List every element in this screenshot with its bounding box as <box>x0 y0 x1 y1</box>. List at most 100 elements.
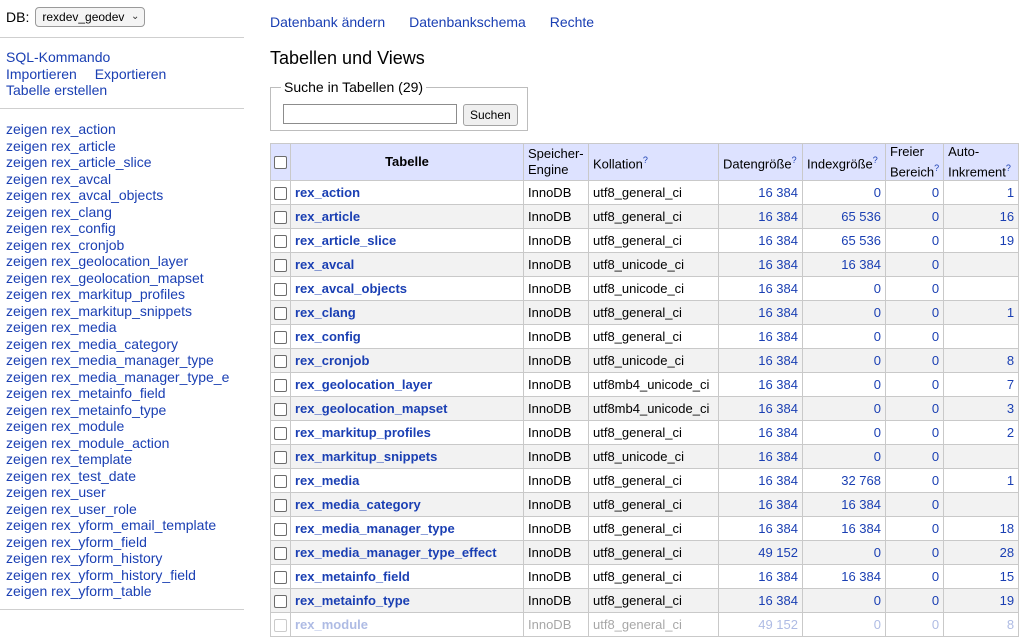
show-table-link[interactable]: zeigen <box>6 319 47 335</box>
row-checkbox-cell[interactable] <box>270 300 291 326</box>
table-name-cell[interactable]: rex_config <box>290 324 524 350</box>
row-checkbox[interactable] <box>274 235 287 249</box>
table-name-cell[interactable]: rex_metainfo_type <box>290 588 524 614</box>
table-name-link[interactable]: rex_clang <box>51 204 112 220</box>
show-table-link[interactable]: zeigen <box>6 517 47 533</box>
table-name-cell[interactable]: rex_clang <box>290 300 524 326</box>
table-name-link[interactable]: rex_template <box>51 451 132 467</box>
table-name-cell[interactable]: rex_media_manager_type_effect <box>290 540 524 566</box>
show-table-link[interactable]: zeigen <box>6 171 47 187</box>
table-name-link[interactable]: rex_media_manager_type_e <box>51 369 229 385</box>
row-checkbox[interactable] <box>274 211 287 225</box>
table-name-link[interactable]: rex_yform_history <box>51 550 162 566</box>
table-name-link[interactable]: rex_media_manager_type <box>295 521 455 536</box>
table-name-link[interactable]: rex_yform_table <box>51 583 151 599</box>
show-table-link[interactable]: zeigen <box>6 501 47 517</box>
table-name-cell[interactable]: rex_cronjob <box>290 348 524 374</box>
show-table-link[interactable]: zeigen <box>6 402 47 418</box>
sql-command-link[interactable]: SQL-Kommando <box>6 49 110 66</box>
table-name-link[interactable]: rex_geolocation_mapset <box>295 401 447 416</box>
row-checkbox[interactable] <box>274 379 287 393</box>
table-name-link[interactable]: rex_module <box>295 617 368 632</box>
row-checkbox[interactable] <box>274 571 287 585</box>
table-name-link[interactable]: rex_media <box>295 473 359 488</box>
show-table-link[interactable]: zeigen <box>6 204 47 220</box>
show-table-link[interactable]: zeigen <box>6 583 47 599</box>
table-name-cell[interactable]: rex_article <box>290 204 524 230</box>
show-table-link[interactable]: zeigen <box>6 138 47 154</box>
row-checkbox-cell[interactable] <box>270 588 291 614</box>
row-checkbox[interactable] <box>274 595 287 609</box>
table-name-link[interactable]: rex_markitup_profiles <box>295 425 431 440</box>
show-table-link[interactable]: zeigen <box>6 336 47 352</box>
table-name-link[interactable]: rex_markitup_snippets <box>295 449 437 464</box>
show-table-link[interactable]: zeigen <box>6 385 47 401</box>
show-table-link[interactable]: zeigen <box>6 534 47 550</box>
row-checkbox-cell[interactable] <box>270 396 291 422</box>
show-table-link[interactable]: zeigen <box>6 369 47 385</box>
table-name-cell[interactable]: rex_geolocation_mapset <box>290 396 524 422</box>
show-table-link[interactable]: zeigen <box>6 352 47 368</box>
row-checkbox-cell[interactable] <box>270 204 291 230</box>
table-name-link[interactable]: rex_media_manager_type <box>51 352 214 368</box>
row-checkbox-cell[interactable] <box>270 540 291 566</box>
show-table-link[interactable]: zeigen <box>6 253 47 269</box>
show-table-link[interactable]: zeigen <box>6 286 47 302</box>
table-name-link[interactable]: rex_media <box>51 319 116 335</box>
table-name-link[interactable]: rex_article_slice <box>295 233 396 248</box>
show-table-link[interactable]: zeigen <box>6 484 47 500</box>
table-name-link[interactable]: rex_avcal_objects <box>51 187 163 203</box>
table-name-link[interactable]: rex_metainfo_type <box>51 402 166 418</box>
table-name-link[interactable]: rex_action <box>295 185 360 200</box>
search-button[interactable]: Suchen <box>463 104 518 126</box>
row-checkbox[interactable] <box>274 499 287 513</box>
show-table-link[interactable]: zeigen <box>6 567 47 583</box>
export-link[interactable]: Exportieren <box>95 66 167 83</box>
import-link[interactable]: Importieren <box>6 66 77 83</box>
table-name-link[interactable]: rex_user <box>51 484 105 500</box>
show-table-link[interactable]: zeigen <box>6 121 47 137</box>
table-name-cell[interactable]: rex_module <box>290 612 524 637</box>
table-name-cell[interactable]: rex_article_slice <box>290 228 524 254</box>
create-table-link[interactable]: Tabelle erstellen <box>6 82 107 99</box>
table-name-link[interactable]: rex_article <box>51 138 116 154</box>
show-table-link[interactable]: zeigen <box>6 435 47 451</box>
table-name-link[interactable]: rex_yform_email_template <box>51 517 216 533</box>
row-checkbox[interactable] <box>274 259 287 273</box>
table-name-link[interactable]: rex_geolocation_mapset <box>51 270 204 286</box>
table-name-link[interactable]: rex_action <box>51 121 116 137</box>
row-checkbox[interactable] <box>274 283 287 297</box>
table-name-cell[interactable]: rex_metainfo_field <box>290 564 524 590</box>
row-checkbox[interactable] <box>274 547 287 561</box>
db-schema-link[interactable]: Datenbankschema <box>409 14 526 30</box>
help-icon[interactable]: ? <box>792 155 797 165</box>
show-table-link[interactable]: zeigen <box>6 154 47 170</box>
row-checkbox[interactable] <box>274 331 287 345</box>
show-table-link[interactable]: zeigen <box>6 468 47 484</box>
col-header-table[interactable]: Tabelle <box>290 142 524 182</box>
table-name-link[interactable]: rex_avcal <box>51 171 111 187</box>
table-name-link[interactable]: rex_media_manager_type_effect <box>295 545 497 560</box>
row-checkbox-cell[interactable] <box>270 252 291 278</box>
row-checkbox[interactable] <box>274 187 287 201</box>
table-name-link[interactable]: rex_geolocation_layer <box>51 253 188 269</box>
show-table-link[interactable]: zeigen <box>6 418 47 434</box>
table-name-link[interactable]: rex_media_category <box>51 336 178 352</box>
row-checkbox[interactable] <box>274 307 287 321</box>
table-name-cell[interactable]: rex_media <box>290 468 524 494</box>
col-header-collation[interactable]: Kollation? <box>588 142 719 182</box>
row-checkbox[interactable] <box>274 619 287 633</box>
row-checkbox-cell[interactable] <box>270 420 291 446</box>
table-name-cell[interactable]: rex_avcal_objects <box>290 276 524 302</box>
col-header-engine[interactable]: Speicher- Engine <box>523 142 589 182</box>
table-name-cell[interactable]: rex_geolocation_layer <box>290 372 524 398</box>
show-table-link[interactable]: zeigen <box>6 237 47 253</box>
table-name-cell[interactable]: rex_action <box>290 180 524 206</box>
table-name-link[interactable]: rex_user_role <box>51 501 137 517</box>
table-name-link[interactable]: rex_markitup_profiles <box>51 286 185 302</box>
table-name-link[interactable]: rex_markitup_snippets <box>51 303 192 319</box>
table-name-cell[interactable]: rex_media_category <box>290 492 524 518</box>
table-name-link[interactable]: rex_article <box>295 209 360 224</box>
show-table-link[interactable]: zeigen <box>6 270 47 286</box>
show-table-link[interactable]: zeigen <box>6 220 47 236</box>
